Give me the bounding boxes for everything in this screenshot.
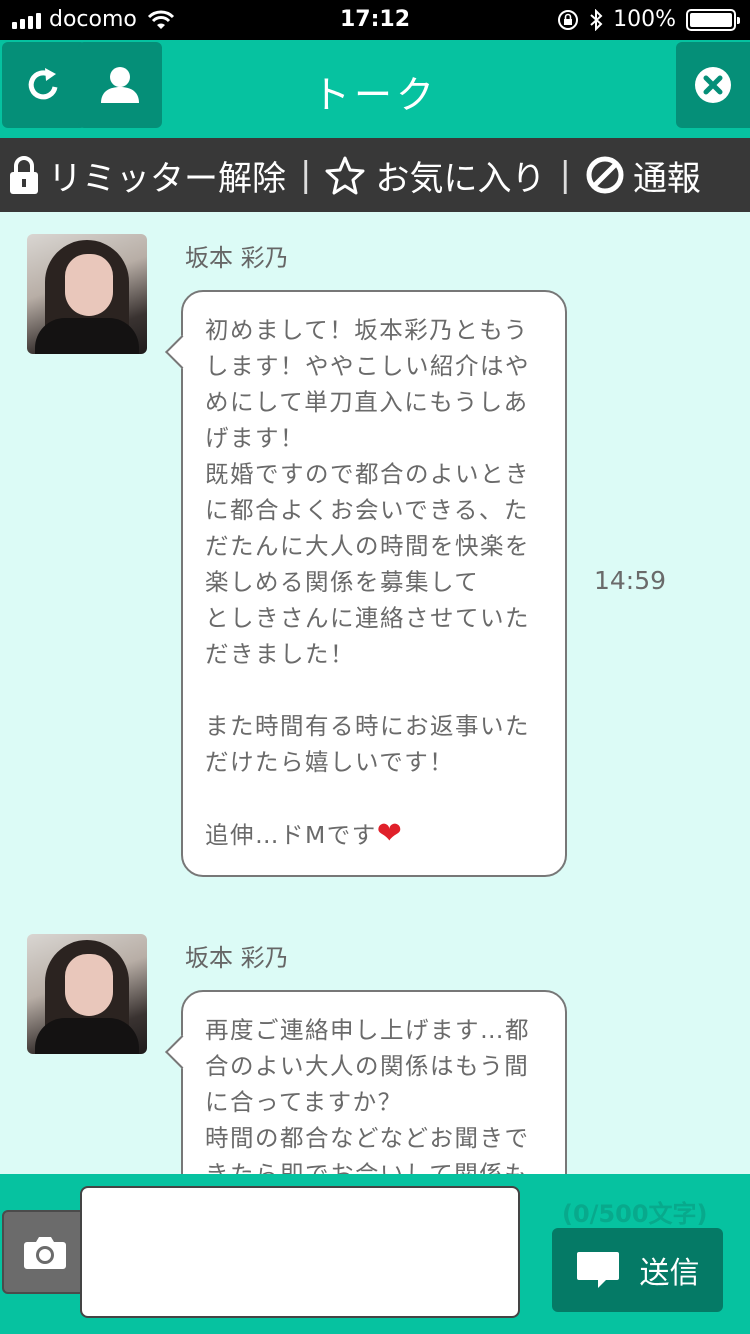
separator: | (559, 155, 571, 195)
message-line: めにして単刀直入にもうしあ (205, 388, 529, 416)
camera-button[interactable] (2, 1210, 88, 1294)
message-line: 再度ご連絡申し上げます…都 (205, 1016, 530, 1044)
status-bar: docomo 17:12 100% (0, 0, 750, 40)
avatar[interactable] (27, 234, 147, 354)
header: トーク (0, 40, 750, 138)
compose-bar: (0/500文字) 送信 (0, 1174, 750, 1334)
message-line: 追伸…ドMです❤ (205, 816, 545, 853)
message-line: げます！ (205, 424, 305, 452)
chat-area[interactable]: 坂本 彩乃 初めまして！坂本彩乃ともう します！ややこしい紹介はや めにして単刀… (0, 212, 750, 1174)
battery-icon (686, 8, 740, 31)
message-line: としきさんに連絡させていた (205, 604, 530, 632)
message-item: 坂本 彩乃 再度ご連絡申し上げます…都 合のよい大人の関係はもう間 に合ってます… (0, 912, 750, 1174)
message-line: 初めまして！坂本彩乃ともう (205, 316, 529, 344)
message-item: 坂本 彩乃 初めまして！坂本彩乃ともう します！ややこしい紹介はや めにして単刀… (0, 212, 750, 912)
close-button[interactable] (676, 42, 750, 128)
report-button[interactable]: 通報 (585, 151, 701, 200)
avatar[interactable] (27, 934, 147, 1054)
report-label: 通報 (632, 158, 701, 199)
star-icon (325, 156, 365, 195)
message-line: 合のよい大人の関係はもう間 (205, 1052, 530, 1080)
message-line: きたら即でお会いして関係も (205, 1160, 530, 1174)
message-line: に合ってますか？ (205, 1088, 403, 1116)
page-title: トーク (311, 73, 438, 117)
send-label: 送信 (639, 1256, 700, 1291)
speech-bubble-icon (576, 1252, 619, 1288)
close-icon (695, 67, 731, 103)
message-input[interactable] (80, 1186, 520, 1318)
sender-name: 坂本 彩乃 (185, 944, 289, 972)
favorite-label: お気に入り (375, 158, 546, 199)
send-button[interactable]: 送信 (552, 1228, 723, 1312)
lock-icon (10, 156, 38, 194)
message-line: に都合よくお会いできる、た (205, 496, 529, 524)
action-bar: リミッター解除 | お気に入り | 通報 (0, 138, 750, 212)
message-line: 時間の都合などなどお聞きで (205, 1124, 530, 1152)
message-line: また時間有る時にお返事いた (205, 712, 530, 740)
message-bubble: 初めまして！坂本彩乃ともう します！ややこしい紹介はや めにして単刀直入にもうし… (181, 290, 567, 877)
favorite-button[interactable]: お気に入り (325, 151, 545, 200)
separator: | (300, 155, 312, 195)
message-line (205, 672, 545, 708)
message-line: だけたら嬉しいです！ (205, 748, 455, 776)
battery-fill (690, 12, 732, 27)
limiter-release-label: リミッター解除 (48, 158, 286, 199)
prohibited-icon (586, 156, 624, 194)
message-time: 14:59 (594, 566, 667, 595)
message-line: します！ややこしい紹介はや (205, 352, 530, 380)
sender-name: 坂本 彩乃 (185, 244, 289, 272)
camera-icon (24, 1237, 66, 1269)
message-line-text: 追伸…ドMです (205, 821, 377, 849)
limiter-release-button[interactable]: リミッター解除 (8, 151, 286, 200)
message-line: だたんに大人の時間を快楽を (205, 532, 530, 560)
heart-icon: ❤ (376, 816, 404, 851)
message-line: 楽しめる関係を募集して (205, 568, 480, 596)
bluetooth-icon (590, 8, 603, 31)
orientation-lock-icon (558, 9, 579, 30)
message-line (205, 780, 545, 816)
message-line: だきました！ (205, 640, 355, 668)
status-right: 100% (557, 7, 740, 32)
battery-percent: 100% (613, 7, 676, 32)
character-counter: (0/500文字) (562, 1200, 708, 1228)
message-bubble: 再度ご連絡申し上げます…都 合のよい大人の関係はもう間 に合ってますか？ 時間の… (181, 990, 567, 1174)
message-line: 既婚ですので都合のよいとき (205, 460, 530, 488)
